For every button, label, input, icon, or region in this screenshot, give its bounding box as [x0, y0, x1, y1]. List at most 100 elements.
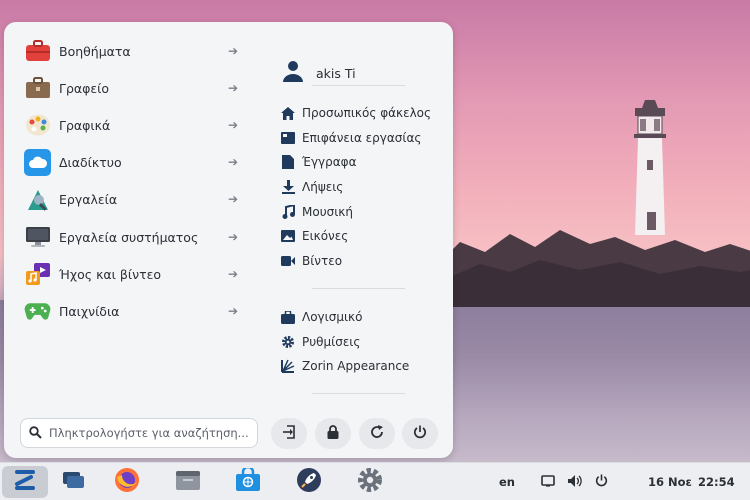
place-label: Επιφάνεια εργασίας [302, 131, 422, 145]
document-icon [281, 155, 295, 169]
place-downloads[interactable]: Λήψεις [281, 177, 343, 197]
clock-date[interactable]: 16 Νοε [648, 463, 692, 500]
category-label: Γραφείο [59, 80, 110, 96]
category-system-tools[interactable]: Εργαλεία συστήματος ➔ [24, 222, 239, 252]
briefcase-icon [24, 75, 51, 102]
category-graphics[interactable]: Γραφικά ➔ [24, 110, 239, 140]
taskbar: en 16 Νοε 22:54 [0, 462, 750, 500]
media-icon [24, 261, 51, 288]
software-store-button[interactable] [225, 465, 271, 498]
divider [312, 393, 405, 394]
category-tools[interactable]: Εργαλεία ➔ [24, 184, 239, 214]
zorin-menu-button[interactable] [2, 466, 48, 498]
desktop-icon [281, 131, 295, 145]
screen-icon [541, 474, 555, 490]
files-icon [175, 469, 201, 495]
system-settings[interactable]: Ρυθμίσεις [281, 332, 360, 352]
display-indicator[interactable] [541, 463, 555, 500]
arrow-right-icon: ➔ [227, 304, 239, 318]
system-label: Zorin Appearance [302, 359, 410, 373]
restart-button[interactable] [359, 418, 395, 449]
arrow-right-icon: ➔ [227, 230, 239, 244]
category-label: Διαδίκτυο [59, 154, 122, 170]
arrow-right-icon: ➔ [227, 155, 239, 169]
gamepad-icon [24, 298, 51, 325]
divider [312, 288, 405, 289]
firefox-button[interactable] [104, 466, 150, 498]
power-button[interactable] [402, 418, 438, 449]
workspaces-icon [62, 471, 86, 493]
place-home-folder[interactable]: Προσωπικός φάκελος [281, 103, 431, 123]
cloud-icon [24, 148, 51, 176]
category-label: Εργαλεία συστήματος [59, 229, 199, 245]
clock-time[interactable]: 22:54 [698, 463, 735, 500]
restart-icon [370, 424, 384, 443]
category-label: Γραφικά [59, 117, 111, 133]
download-icon [281, 180, 295, 194]
user-avatar-icon [282, 60, 304, 86]
arrow-right-icon: ➔ [227, 44, 239, 58]
search-input[interactable] [49, 426, 249, 440]
rocket-icon [296, 467, 322, 497]
arrow-right-icon: ➔ [227, 118, 239, 132]
app-menu-panel: Βοηθήματα ➔ Γραφείο ➔ Γραφικά ➔ Διαδίκτυ… [4, 22, 453, 458]
music-icon [281, 205, 295, 219]
system-software[interactable]: Λογισμικό [281, 307, 362, 327]
palette-icon [24, 112, 51, 139]
divider [312, 85, 405, 86]
system-zorin-appearance[interactable]: Zorin Appearance [281, 356, 409, 376]
arrow-right-icon: ➔ [227, 267, 239, 281]
monitor-icon [24, 224, 51, 251]
volume-icon [568, 474, 582, 490]
category-accessories[interactable]: Βοηθήματα ➔ [24, 36, 239, 66]
user-name: akis Ti [316, 65, 356, 81]
system-label: Ρυθμίσεις [302, 335, 361, 349]
place-desktop[interactable]: Επιφάνεια εργασίας [281, 128, 421, 148]
search-icon [29, 424, 42, 443]
zorin-appearance-icon [281, 359, 295, 373]
arrow-right-icon: ➔ [227, 81, 239, 95]
place-label: Εικόνες [302, 229, 349, 243]
firefox-icon [114, 467, 140, 497]
software-store-icon [235, 465, 261, 496]
category-label: Παιχνίδια [59, 303, 120, 319]
power-indicator[interactable] [595, 463, 608, 500]
category-office[interactable]: Γραφείο ➔ [24, 73, 239, 103]
settings-icon [357, 467, 383, 497]
power-icon [413, 424, 427, 443]
place-videos[interactable]: Βίντεο [281, 251, 342, 271]
system-label: Λογισμικό [302, 310, 363, 324]
lock-icon [327, 424, 339, 443]
power-menu-icon [595, 474, 608, 490]
place-pictures[interactable]: Εικόνες [281, 226, 348, 246]
category-label: Βοηθήματα [59, 43, 131, 59]
place-label: Έγγραφα [302, 155, 357, 169]
place-label: Προσωπικός φάκελος [302, 106, 432, 120]
settings-button[interactable] [347, 466, 393, 498]
files-button[interactable] [165, 466, 211, 498]
user-account[interactable]: akis Ti [282, 60, 356, 86]
place-label: Βίντεο [302, 254, 343, 268]
search-box[interactable] [20, 418, 258, 448]
place-documents[interactable]: Έγγραφα [281, 152, 357, 172]
rocket-app-button[interactable] [286, 466, 332, 498]
zorin-menu-icon [12, 469, 38, 495]
volume-indicator[interactable] [568, 463, 582, 500]
category-games[interactable]: Παιχνίδια ➔ [24, 296, 239, 326]
lock-button[interactable] [315, 418, 351, 449]
arrow-right-icon: ➔ [227, 192, 239, 206]
category-internet[interactable]: Διαδίκτυο ➔ [24, 147, 239, 177]
place-label: Λήψεις [302, 180, 344, 194]
software-bag-icon [281, 310, 295, 324]
category-sound-video[interactable]: Ήχος και βίντεο ➔ [24, 259, 239, 289]
place-label: Μουσική [302, 205, 353, 219]
tools-icon [24, 186, 51, 213]
keyboard-language[interactable]: en [499, 463, 515, 500]
home-icon [281, 106, 295, 120]
lighthouse-tower [634, 100, 666, 235]
settings-gear-icon [281, 335, 295, 349]
place-music[interactable]: Μουσική [281, 202, 353, 222]
image-icon [281, 229, 295, 243]
workspaces-button[interactable] [51, 466, 97, 498]
logout-button[interactable] [271, 418, 307, 449]
